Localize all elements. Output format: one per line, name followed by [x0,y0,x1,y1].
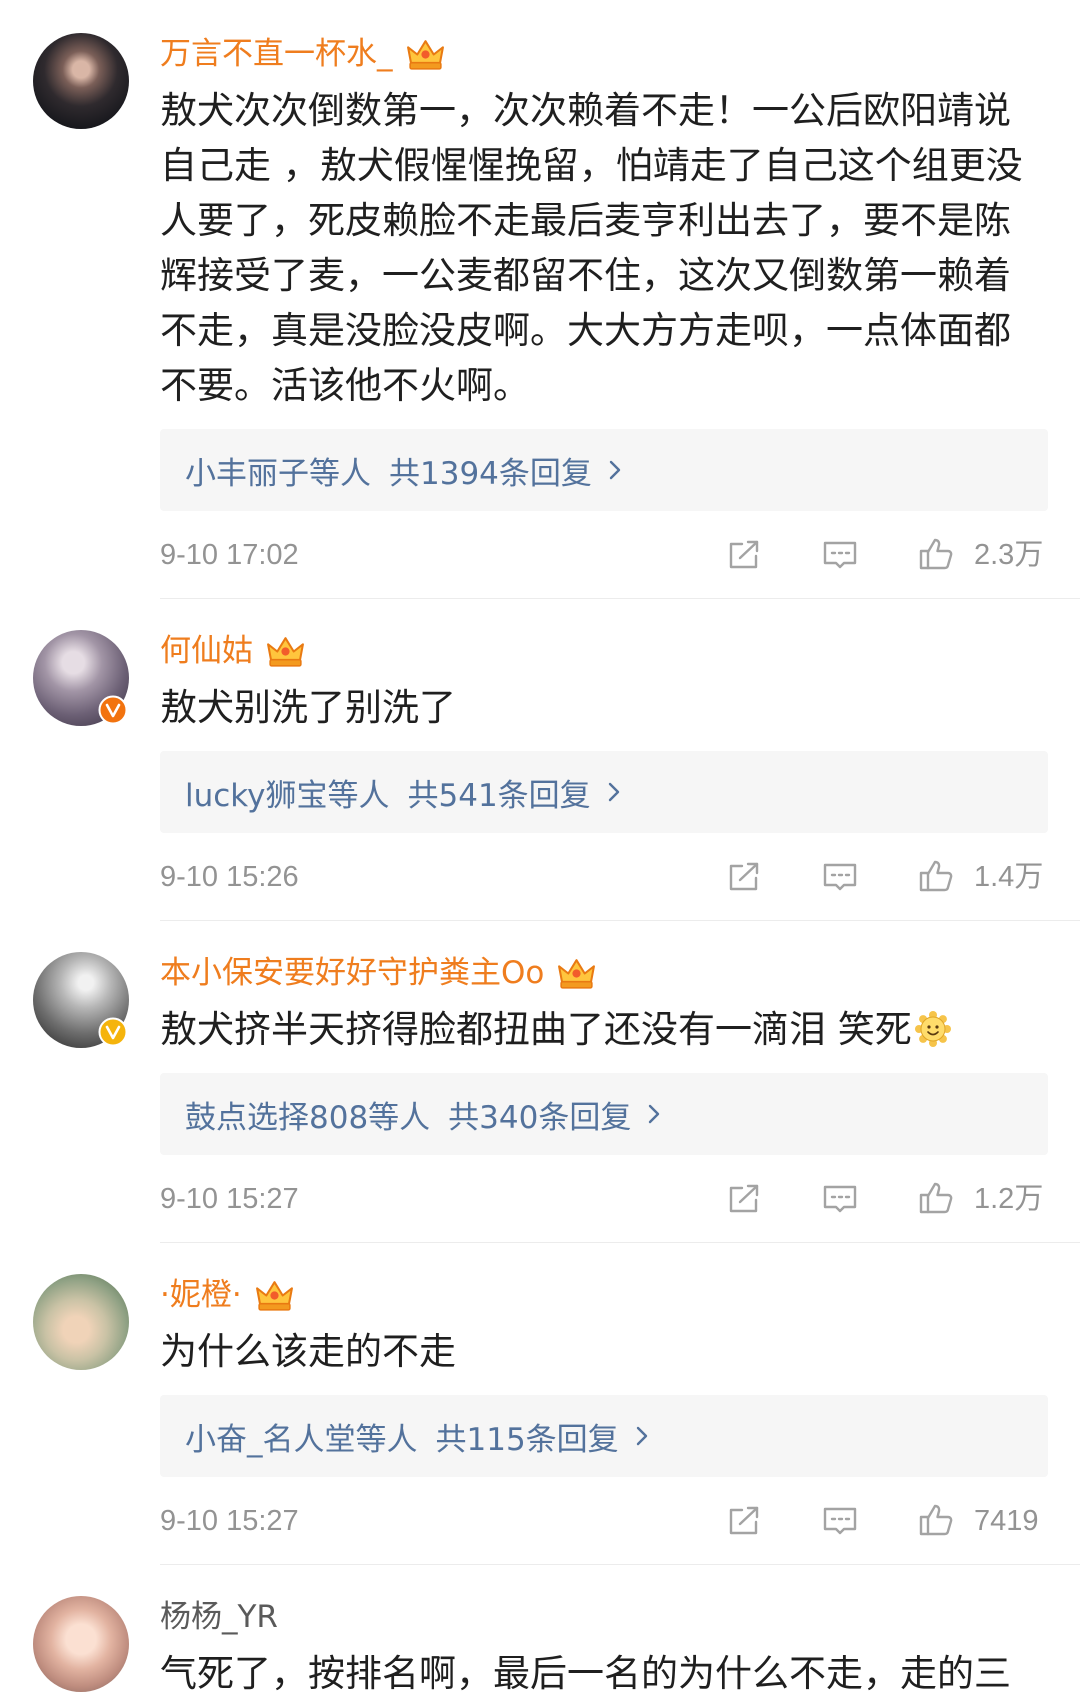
replies-who: 小丰丽子等人 [185,455,371,492]
verified-badge-icon [98,1017,128,1047]
avatar[interactable] [33,1274,129,1370]
author-row: 杨杨_YR [160,1597,1048,1637]
share-icon[interactable] [727,861,763,895]
like-count: 1.2万 [974,1183,1044,1215]
replies-total: 共1394条回复 [389,455,592,492]
comment-item: ·妮橙· 为什么该走的不走 小奋_名人堂等人 共115条回复 9-10 15:2… [0,1243,1080,1565]
replies-who: 小奋_名人堂等人 [185,1421,418,1458]
username[interactable]: 杨杨_YR [160,1597,278,1637]
comment-footer: 9-10 15:26 1.4万 [160,857,1048,897]
thumb-up-icon[interactable] [918,1181,954,1215]
verified-badge-icon [98,695,128,725]
comment-text: 为什么该走的不走 [160,1324,1048,1379]
avatar[interactable] [33,33,129,129]
vip-crown-icon[interactable] [254,1278,295,1313]
comment-footer: 9-10 15:27 1.2万 [160,1179,1048,1219]
replies-total: 共541条回复 [407,777,591,814]
comment-text-content: 敖犬挤半天挤得脸都扭曲了还没有一滴泪 笑死 [160,1008,912,1051]
comment-footer: 9-10 15:27 7419 [160,1501,1048,1541]
comment-icon[interactable] [822,861,858,895]
vip-crown-icon[interactable] [405,37,446,72]
share-icon[interactable] [727,539,763,573]
vip-crown-icon[interactable] [265,634,306,669]
comment-text-line: 不要。活该他不火啊。 [160,364,530,407]
replies-link[interactable]: 鼓点选择808等人 共340条回复 [160,1073,1048,1155]
like-count: 1.4万 [974,861,1044,893]
comment-text-line: 敖犬别洗了别洗了 [160,686,456,729]
replies-link[interactable]: 小奋_名人堂等人 共115条回复 [160,1395,1048,1477]
comment-icon[interactable] [822,1183,858,1217]
author-row: 万言不直一杯水_ [160,34,1048,74]
comment-text-line: 敖犬次次倒数第一，次次赖着不走！一公后欧阳靖说 [160,89,1011,132]
comment-text: 敖犬次次倒数第一，次次赖着不走！一公后欧阳靖说 自己走 ，敖犬假惺惺挽留，怕靖走… [160,83,1048,413]
comment-text: 气死了，按排名啊，最后一名的为什么不走，走的三 [160,1646,1048,1701]
replies-total: 共115条回复 [435,1421,619,1458]
chevron-right-icon [647,1102,661,1126]
replies-who: lucky狮宝等人 [185,777,390,814]
comment-text-line: 辉接受了麦，一公麦都留不住，这次又倒数第一赖着 [160,254,1011,297]
comment-footer: 9-10 17:02 2.3万 [160,535,1048,575]
chevron-right-icon [608,458,622,482]
comment-content: ·妮橙· 为什么该走的不走 小奋_名人堂等人 共115条回复 9-10 15:2… [160,1275,1048,1541]
chevron-right-icon [607,780,621,804]
comment-item: 万言不直一杯水_ 敖犬次次倒数第一，次次赖着不走！一公后欧阳靖说 自己走 ，敖犬… [0,0,1080,599]
username[interactable]: 何仙姑 [160,631,253,671]
comment-content: 何仙姑 敖犬别洗了别洗了 lucky狮宝等人 共541条回复 9-10 15:2… [160,631,1048,897]
comment-text-line: 气死了，按排名啊，最后一名的为什么不走，走的三 [160,1652,1011,1695]
replies-link[interactable]: lucky狮宝等人 共541条回复 [160,751,1048,833]
author-row: 本小保安要好好守护粪主Oo [160,953,1048,993]
comment-text-line: 不走，真是没脸没皮啊。大大方方走呗，一点体面都 [160,309,1011,352]
comment-content: 万言不直一杯水_ 敖犬次次倒数第一，次次赖着不走！一公后欧阳靖说 自己走 ，敖犬… [160,34,1048,575]
username[interactable]: ·妮橙· [160,1275,242,1315]
comment-text-line: 人要了，死皮赖脸不走最后麦亨利出去了，要不是陈 [160,199,1011,242]
comment-list-page: 万言不直一杯水_ 敖犬次次倒数第一，次次赖着不走！一公后欧阳靖说 自己走 ，敖犬… [0,0,1080,1707]
chevron-right-icon [635,1424,649,1448]
comment-icon[interactable] [822,1505,858,1539]
avatar[interactable] [33,1596,129,1692]
comment-text-line: 为什么该走的不走 [160,1330,456,1373]
share-icon[interactable] [727,1505,763,1539]
comment-icon[interactable] [822,539,858,573]
comment-content: 杨杨_YR 气死了，按排名啊，最后一名的为什么不走，走的三 [160,1597,1048,1701]
smile-emoji-icon [914,1010,952,1048]
author-row: ·妮橙· [160,1275,1048,1315]
replies-who: 鼓点选择808等人 [185,1099,431,1136]
comment-time: 9-10 15:27 [160,1183,299,1215]
thumb-up-icon[interactable] [918,537,954,571]
comment-time: 9-10 15:26 [160,861,299,893]
like-count: 7419 [974,1505,1039,1537]
replies-total: 共340条回复 [448,1099,632,1136]
author-row: 何仙姑 [160,631,1048,671]
username[interactable]: 万言不直一杯水_ [160,34,393,74]
like-count: 2.3万 [974,539,1044,571]
thumb-up-icon[interactable] [918,859,954,893]
comment-text: 敖犬别洗了别洗了 [160,680,1048,735]
comment-time: 9-10 15:27 [160,1505,299,1537]
comment-time: 9-10 17:02 [160,539,299,571]
comment-text-line: 敖犬挤半天挤得脸都扭曲了还没有一滴泪 笑死 [160,1002,1048,1057]
comment-item: 本小保安要好好守护粪主Oo 敖犬挤半天挤得脸都扭曲了还没有一滴泪 笑死 鼓点选择… [0,921,1080,1243]
replies-link[interactable]: 小丰丽子等人 共1394条回复 [160,429,1048,511]
comment-item: 何仙姑 敖犬别洗了别洗了 lucky狮宝等人 共541条回复 9-10 15:2… [0,599,1080,921]
comment-content: 本小保安要好好守护粪主Oo 敖犬挤半天挤得脸都扭曲了还没有一滴泪 笑死 鼓点选择… [160,953,1048,1219]
username[interactable]: 本小保安要好好守护粪主Oo [160,953,544,993]
comment-text-line: 自己走 ，敖犬假惺惺挽留，怕靖走了自己这个组更没 [160,144,1023,187]
thumb-up-icon[interactable] [918,1503,954,1537]
comment-item: 杨杨_YR 气死了，按排名啊，最后一名的为什么不走，走的三 [0,1565,1080,1701]
comment-text: 敖犬挤半天挤得脸都扭曲了还没有一滴泪 笑死 [160,1002,1048,1057]
vip-crown-icon[interactable] [556,956,597,991]
share-icon[interactable] [727,1183,763,1217]
